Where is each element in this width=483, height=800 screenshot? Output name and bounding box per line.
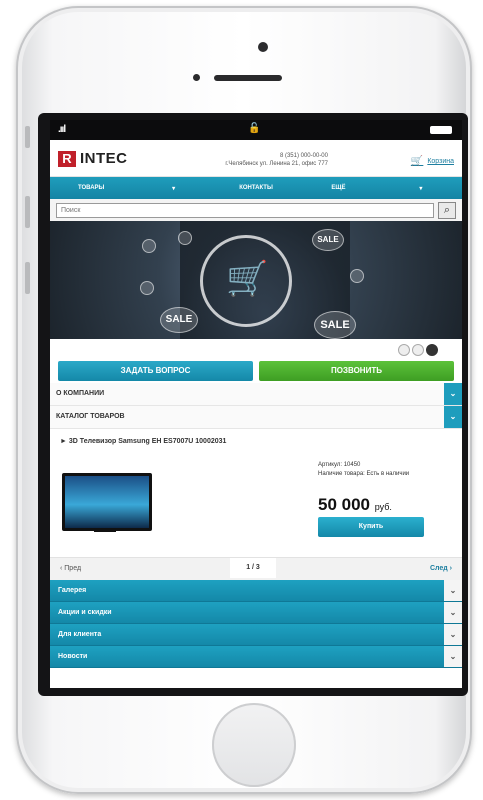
chevron-down-icon[interactable]: ⌄ — [444, 580, 462, 601]
decor-bubble — [142, 239, 156, 253]
decor-bubble — [140, 281, 154, 295]
footer-item-promotions[interactable]: Акции и скидки ⌄ — [50, 602, 462, 624]
chevron-down-icon[interactable]: ⌄ — [444, 602, 462, 623]
accordion-catalog-label: КАТАЛОГ ТОВАРОВ — [56, 413, 125, 420]
accordion-catalog[interactable]: КАТАЛОГ ТОВАРОВ ⌄ — [50, 406, 462, 429]
buy-button[interactable]: Купить — [318, 517, 424, 537]
cart-link[interactable]: 🛒 Корзина — [411, 156, 454, 167]
footer-label: Для клиента — [58, 631, 102, 638]
nav-dropdown-icon[interactable]: ▾ — [132, 185, 214, 192]
chevron-down-icon[interactable]: ⌄ — [444, 646, 462, 667]
footer-label: Галерея — [58, 587, 87, 594]
sale-bubble: SALE — [314, 311, 356, 339]
pager-prev[interactable]: ‹ Пред — [60, 565, 81, 572]
cart-icon: 🛒 — [410, 156, 424, 167]
product-pager: ‹ Пред 1 / 3 След › — [50, 557, 462, 580]
shopping-cart-icon: 🛒 — [226, 260, 269, 298]
mute-switch — [25, 126, 30, 148]
accordion-about[interactable]: О КОМПАНИИ ⌄ — [50, 383, 462, 406]
status-bar: .ııl 🔓 — [50, 120, 462, 140]
cart-label: Корзина — [427, 158, 454, 165]
home-button[interactable] — [212, 703, 296, 787]
decor-bubble — [178, 231, 192, 245]
front-camera — [258, 42, 268, 52]
footer-item-for-clients[interactable]: Для клиента ⌄ — [50, 624, 462, 646]
pager-next[interactable]: След › — [430, 565, 452, 572]
ask-question-button[interactable]: ЗАДАТЬ ВОПРОС — [58, 361, 253, 381]
accordion-about-label: О КОМПАНИИ — [56, 390, 105, 397]
header-contact: 8 (351) 000-00-00 г.Челябинск ул. Ленина… — [178, 152, 328, 168]
contact-address: г.Челябинск ул. Ленина 21, офис 777 — [225, 161, 328, 167]
sale-bubble: SALE — [312, 229, 344, 251]
product-title[interactable]: ► 3D Телевизор Samsung EH ES7007U 100020… — [60, 437, 240, 446]
footer-item-news[interactable]: Новости ⌄ — [50, 646, 462, 668]
logo-mark-icon: R — [58, 150, 76, 167]
product-article: Артикул: 10450 — [318, 462, 361, 468]
nav-item-products[interactable]: ТОВАРЫ — [50, 185, 132, 191]
slider-dot[interactable] — [398, 344, 410, 356]
slider-pagination — [50, 339, 462, 359]
proximity-sensor — [193, 74, 200, 81]
site-header: R INTEC 8 (351) 000-00-00 г.Челябинск ул… — [50, 140, 462, 177]
chevron-down-icon[interactable]: ⌄ — [444, 624, 462, 645]
nav-item-contacts[interactable]: КОНТАКТЫ — [215, 185, 297, 191]
earpiece-speaker — [214, 75, 282, 81]
lock-icon: 🔓 — [248, 123, 261, 134]
footer-item-gallery[interactable]: Галерея ⌄ — [50, 580, 462, 602]
product-meta: Артикул: 10450 Наличие товара: Есть в на… — [318, 461, 438, 479]
logo[interactable]: R INTEC — [58, 150, 128, 167]
product-card: ► 3D Телевизор Samsung EH ES7007U 100020… — [50, 429, 462, 557]
promo-banner[interactable]: 🛒 SALE SALE SALE — [50, 221, 462, 339]
slider-dot-active[interactable] — [426, 344, 438, 356]
cta-buttons: ЗАДАТЬ ВОПРОС ПОЗВОНИТЬ — [50, 359, 462, 383]
volume-down-button — [25, 262, 30, 294]
price-currency: руб. — [374, 502, 392, 512]
footer-label: Акции и скидки — [58, 609, 112, 616]
nav-item-more[interactable]: ЕЩЁ — [297, 185, 379, 191]
product-price: 50 000 руб. — [318, 495, 392, 515]
price-value: 50 000 — [318, 495, 370, 514]
search-icon[interactable]: ⌕ — [438, 201, 456, 219]
phone-screen: .ııl 🔓 R INTEC 8 (351) 000-00-00 г.Челяб… — [50, 120, 462, 688]
search-input[interactable] — [56, 202, 434, 218]
contact-phone[interactable]: 8 (351) 000-00-00 — [178, 152, 328, 160]
volume-up-button — [25, 196, 30, 228]
product-stock: Наличие товара: Есть в наличии — [318, 471, 410, 477]
call-button[interactable]: ПОЗВОНИТЬ — [259, 361, 454, 381]
chevron-down-icon[interactable]: ⌄ — [444, 383, 462, 405]
decor-bubble — [350, 269, 364, 283]
signal-icon: .ııl — [58, 124, 66, 135]
slider-dot[interactable] — [412, 344, 424, 356]
logo-text: INTEC — [80, 150, 128, 167]
battery-icon — [430, 126, 452, 134]
nav-more-dropdown-icon[interactable]: ▾ — [380, 185, 462, 192]
footer-label: Новости — [58, 653, 88, 660]
search-bar: ⌕ — [50, 199, 462, 221]
sale-bubble: SALE — [160, 307, 198, 333]
top-navigation: ТОВАРЫ ▾ КОНТАКТЫ ЕЩЁ ▾ — [50, 177, 462, 199]
pager-count: 1 / 3 — [230, 558, 276, 578]
product-image-stand — [94, 529, 116, 532]
chevron-down-icon[interactable]: ⌄ — [444, 406, 462, 428]
product-image[interactable] — [62, 473, 152, 531]
